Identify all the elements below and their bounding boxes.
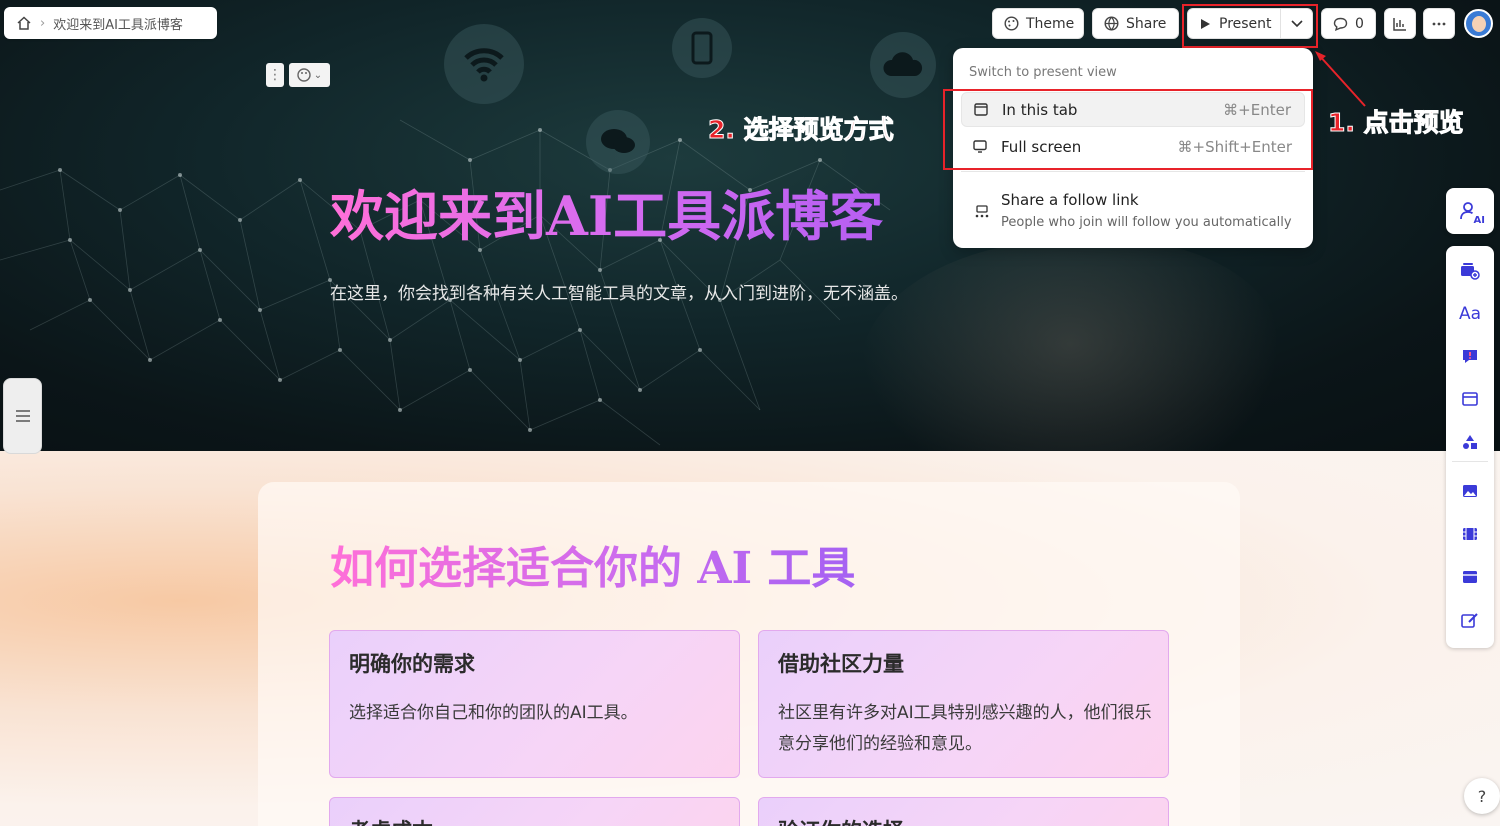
annotation-step-2: 2. 选择预览方式 — [708, 115, 895, 145]
comment-count: 0 — [1355, 15, 1364, 32]
feature-card-title: 明确你的需求 — [349, 652, 475, 676]
cloud-icon — [870, 32, 936, 98]
analytics-button[interactable] — [1384, 8, 1416, 39]
ai-assistant-button[interactable]: AI — [1446, 188, 1494, 234]
embed-icon[interactable] — [1460, 567, 1480, 587]
section-title: 如何选择适合你的 AI 工具 — [330, 532, 855, 596]
chat-icon — [586, 110, 650, 174]
avatar-face — [1472, 16, 1486, 32]
home-icon[interactable] — [16, 15, 32, 31]
feature-card[interactable]: 借助社区力量 社区里有许多对AI工具特别感兴趣的人，他们很乐意分享他们的经验和意… — [758, 630, 1169, 778]
theme-button-label: Theme — [1026, 15, 1075, 32]
add-card-icon[interactable] — [1460, 261, 1480, 281]
text-style-icon[interactable]: Aa — [1459, 304, 1481, 324]
image-icon[interactable] — [1460, 481, 1480, 501]
menu-share-title: Share a follow link — [1001, 191, 1139, 209]
breadcrumb-page-title[interactable]: 欢迎来到AI工具派博客 — [53, 14, 183, 33]
hero-title: 欢迎来到AI工具派博客 — [330, 172, 883, 251]
feature-card-title: 考虑成本 — [349, 815, 433, 826]
menu-divider — [961, 171, 1305, 172]
callout-icon[interactable] — [1460, 346, 1480, 366]
menu-header: Switch to present view — [969, 65, 1117, 80]
ai-label: AI — [1473, 215, 1485, 226]
more-horizontal-icon — [1432, 22, 1446, 25]
annotation-arrow — [1315, 51, 1366, 107]
annotation-highlight-menu — [943, 89, 1313, 170]
globe-icon — [1104, 16, 1119, 31]
phone-icon — [672, 18, 732, 78]
hero-subtitle: 在这里，你会找到各种有关人工智能工具的文章，从入门到进阶，无不涵盖。 — [330, 284, 908, 304]
theme-button[interactable]: Theme — [992, 8, 1084, 39]
user-avatar[interactable] — [1464, 9, 1493, 38]
sidebar-toggle-button[interactable] — [3, 378, 42, 454]
chevron-right-icon: › — [40, 15, 46, 31]
toolbar-divider — [1452, 461, 1488, 462]
annotation-step-1: 1. 点击预览 — [1328, 108, 1465, 138]
share-button-label: Share — [1126, 15, 1167, 32]
palette-icon — [297, 68, 311, 82]
video-icon[interactable] — [1460, 524, 1480, 544]
chevron-down-icon: ⌄ — [313, 69, 323, 81]
more-options-button[interactable] — [1423, 8, 1455, 39]
feature-card[interactable]: 验证你的选择 — [758, 797, 1169, 826]
menu-icon — [15, 410, 30, 422]
layout-icon[interactable] — [1460, 389, 1480, 409]
share-button[interactable]: Share — [1092, 8, 1179, 39]
annotation-highlight-present — [1182, 4, 1318, 48]
edit-form-icon[interactable] — [1460, 610, 1480, 630]
menu-item-share-follow-link[interactable]: Share a follow link People who join will… — [961, 185, 1305, 237]
menu-share-description: People who join will follow you automati… — [1001, 215, 1292, 230]
block-style-button[interactable]: ⌄ — [289, 63, 330, 87]
feature-card-title: 借助社区力量 — [778, 652, 904, 676]
block-drag-handle[interactable]: ⋮ — [266, 63, 284, 87]
right-toolbar: Aa — [1446, 246, 1494, 648]
feature-card-body: 社区里有许多对AI工具特别感兴趣的人，他们很乐意分享他们的经验和意见。 — [778, 703, 1152, 754]
help-button[interactable]: ? — [1464, 778, 1500, 814]
follow-link-icon — [975, 205, 989, 218]
feature-card[interactable]: 考虑成本 — [329, 797, 740, 826]
breadcrumb: › 欢迎来到AI工具派博客 — [4, 7, 217, 39]
wifi-icon — [444, 24, 524, 104]
palette-icon — [1004, 16, 1019, 31]
shapes-icon[interactable] — [1460, 432, 1480, 452]
feature-card-body: 选择适合你自己和你的团队的AI工具。 — [349, 703, 638, 723]
comment-icon — [1333, 17, 1348, 31]
feature-card[interactable]: 明确你的需求 选择适合你自己和你的团队的AI工具。 — [329, 630, 740, 778]
feature-card-title: 验证你的选择 — [778, 815, 904, 826]
comments-button[interactable]: 0 — [1321, 8, 1376, 39]
bar-chart-icon — [1393, 17, 1406, 31]
